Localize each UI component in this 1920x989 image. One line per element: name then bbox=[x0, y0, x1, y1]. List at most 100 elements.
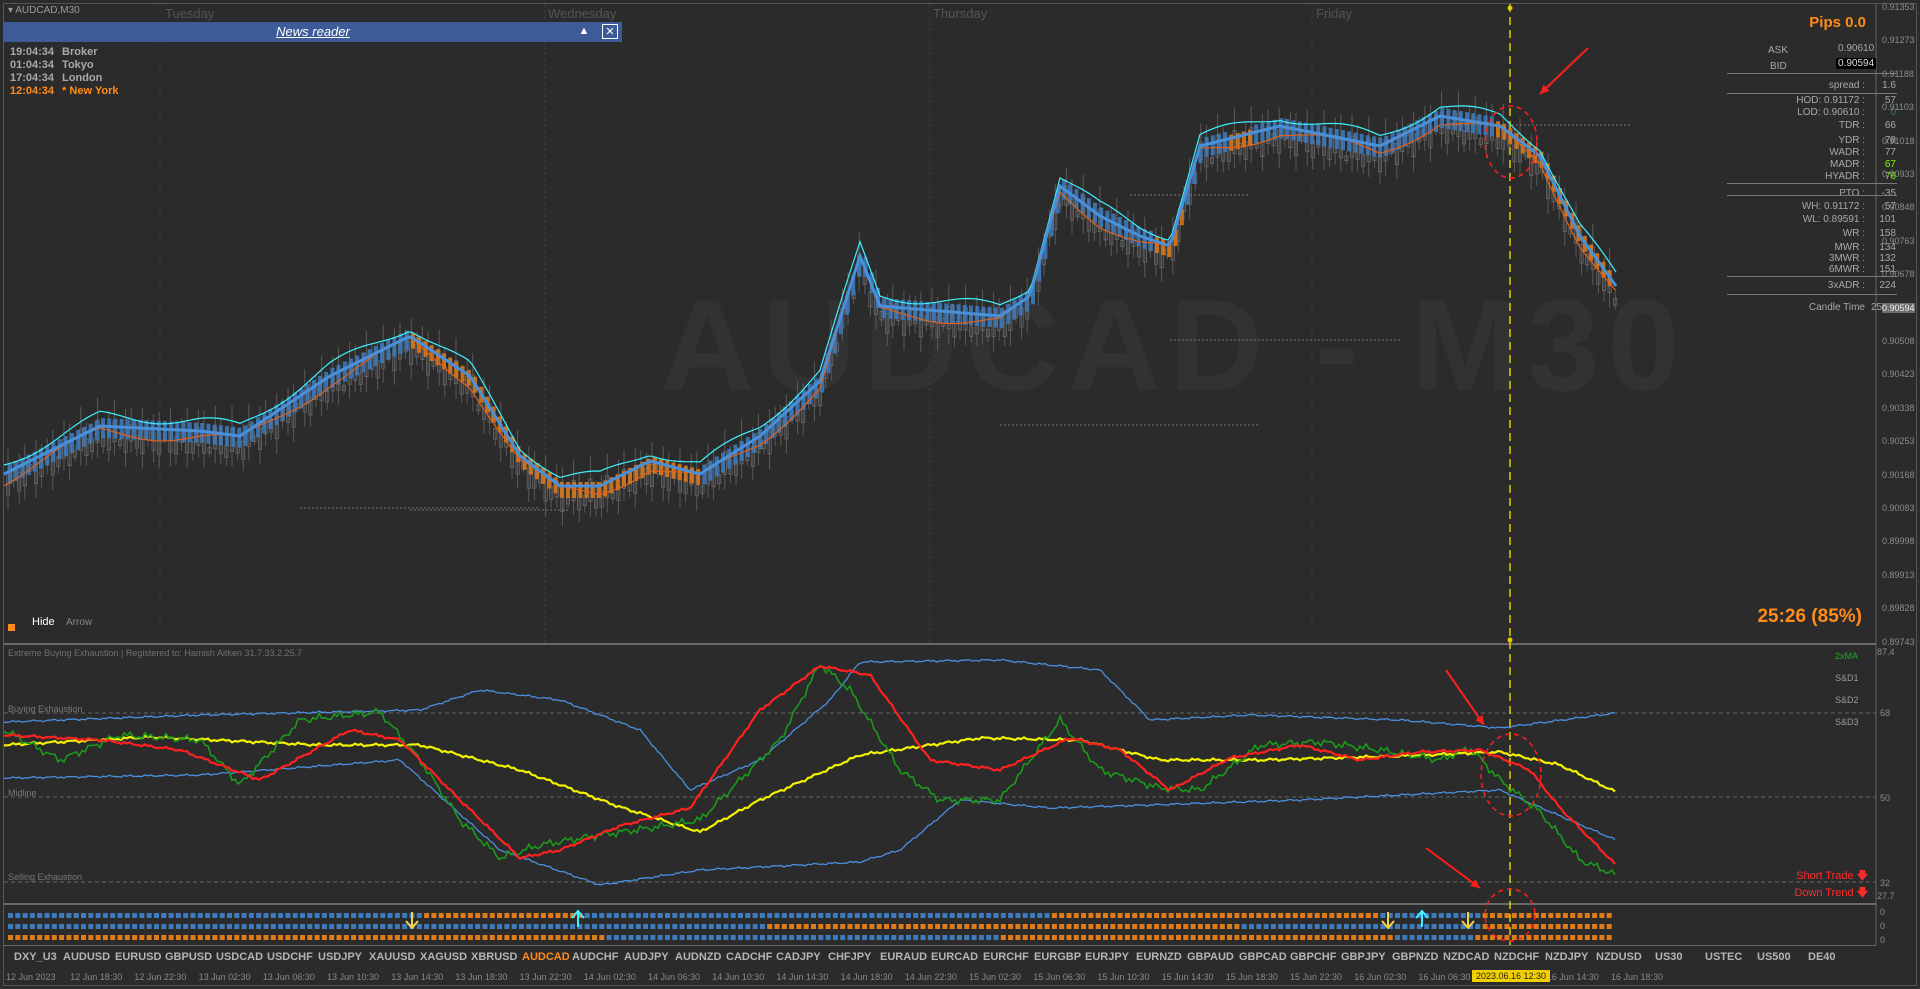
symbol-tab[interactable]: DXY_U3 bbox=[14, 951, 57, 963]
arrow-toggle[interactable]: Arrow bbox=[66, 617, 92, 628]
strip-cell-blue bbox=[730, 913, 736, 918]
day-label-wednesday: Wednesday bbox=[548, 6, 617, 21]
strip-cell-blue bbox=[1453, 924, 1459, 929]
bull-bar bbox=[349, 358, 353, 379]
strip-cell-orange bbox=[402, 935, 408, 940]
strip-cell-blue bbox=[686, 924, 692, 929]
strip-axis-0c: 0 bbox=[1880, 935, 1886, 945]
strip-cell-blue bbox=[942, 935, 948, 940]
symbol-tab[interactable]: EURJPY bbox=[1085, 951, 1129, 963]
strip-cell-orange bbox=[1570, 913, 1576, 918]
strip-cell-blue bbox=[197, 913, 203, 918]
triangle-up-icon[interactable]: ▲ bbox=[576, 24, 592, 39]
session-clock-row: 19:04:34 Broker bbox=[10, 46, 98, 58]
symbol-tab[interactable]: GBPUSD bbox=[165, 951, 212, 963]
strip-cell-blue bbox=[1278, 924, 1284, 929]
strip-cell-blue bbox=[650, 913, 656, 918]
symbol-tab[interactable]: AUDJPY bbox=[624, 951, 669, 963]
symbol-tab[interactable]: AUDCAD bbox=[522, 951, 570, 963]
symbol-tab[interactable]: USDCHF bbox=[267, 951, 313, 963]
strip-cell-orange bbox=[526, 935, 532, 940]
strip-cell-blue bbox=[29, 924, 35, 929]
symbol-tab[interactable]: AUDNZD bbox=[675, 951, 721, 963]
strip-cell-orange bbox=[1292, 913, 1298, 918]
symbol-tab[interactable]: NZDJPY bbox=[1545, 951, 1588, 963]
symbol-tab[interactable]: US500 bbox=[1757, 951, 1791, 963]
bid-value: 0.90594 bbox=[1836, 58, 1877, 69]
strip-cell-blue bbox=[146, 924, 152, 929]
strip-cell-orange bbox=[832, 924, 838, 929]
symbol-tab[interactable]: GBPAUD bbox=[1187, 951, 1234, 963]
strip-cell-blue bbox=[606, 913, 612, 918]
symbol-tab[interactable]: EURAUD bbox=[880, 951, 927, 963]
symbol-tab[interactable]: NZDCAD bbox=[1443, 951, 1489, 963]
strip-cell-blue bbox=[387, 913, 393, 918]
strip-cell-orange bbox=[1059, 913, 1065, 918]
strip-cell-blue bbox=[920, 913, 926, 918]
symbol-tab[interactable]: CADJPY bbox=[776, 951, 821, 963]
pane-divider bbox=[4, 903, 1876, 905]
strip-cell-blue bbox=[1460, 935, 1466, 940]
strip-cell-blue bbox=[300, 913, 305, 918]
strip-cell-orange bbox=[1541, 935, 1546, 940]
strip-cell-orange bbox=[1110, 924, 1116, 929]
symbol-tab[interactable]: AUDCHF bbox=[572, 951, 618, 963]
symbol-tab[interactable]: EURGBP bbox=[1034, 951, 1081, 963]
symbol-tab[interactable]: USDCAD bbox=[216, 951, 263, 963]
symbol-tab[interactable]: GBPCAD bbox=[1239, 951, 1287, 963]
strip-cell-orange bbox=[1504, 924, 1510, 929]
symbol-tab[interactable]: CHFJPY bbox=[828, 951, 871, 963]
strip-cell-blue bbox=[519, 924, 524, 929]
strip-cell-orange bbox=[1511, 924, 1517, 929]
bull-bar bbox=[88, 423, 93, 444]
symbol-tab[interactable]: DE40 bbox=[1808, 951, 1836, 963]
symbol-tab[interactable]: GBPJPY bbox=[1341, 951, 1386, 963]
strip-cell-blue bbox=[175, 924, 181, 929]
symbol-tab[interactable]: US30 bbox=[1655, 951, 1683, 963]
hide-toggle[interactable]: Hide bbox=[32, 616, 55, 628]
symbol-tab[interactable]: NZDUSD bbox=[1596, 951, 1642, 963]
news-reader-bar[interactable]: News reader ▲ ✕ bbox=[4, 22, 622, 42]
symbol-tab[interactable]: AUDUSD bbox=[63, 951, 110, 963]
symbol-tab[interactable]: XAGUSD bbox=[420, 951, 467, 963]
ind-axis-50: 50 bbox=[1880, 793, 1891, 803]
strip-cell-orange bbox=[811, 924, 816, 929]
chart-canvas[interactable] bbox=[0, 0, 1920, 989]
symbol-tab[interactable]: NZDCHF bbox=[1494, 951, 1539, 963]
symbol-tab[interactable]: EURUSD bbox=[115, 951, 161, 963]
strip-cell-orange bbox=[1249, 913, 1254, 918]
strip-cell-orange bbox=[1541, 913, 1546, 918]
strip-cell-orange bbox=[1190, 913, 1196, 918]
panel-separator bbox=[1727, 73, 1897, 74]
symbol-tab[interactable]: GBPNZD bbox=[1392, 951, 1438, 963]
symbol-tab[interactable]: GBPCHF bbox=[1290, 951, 1336, 963]
strip-cell-blue bbox=[723, 924, 729, 929]
close-icon[interactable]: ✕ bbox=[602, 24, 618, 39]
symbol-tab[interactable]: EURCHF bbox=[983, 951, 1029, 963]
strip-cell-blue bbox=[154, 924, 159, 929]
news-reader-title[interactable]: News reader bbox=[276, 24, 350, 39]
strip-cell-orange bbox=[562, 935, 568, 940]
strip-cell-orange bbox=[1037, 924, 1043, 929]
symbol-tab[interactable]: USTEC bbox=[1705, 951, 1742, 963]
symbol-tab[interactable]: EURNZD bbox=[1136, 951, 1182, 963]
clock-time: 17:04:34 bbox=[10, 72, 55, 84]
hide-toggle-box[interactable] bbox=[8, 624, 15, 631]
stat-label: WR : bbox=[1842, 228, 1865, 239]
strip-cell-orange bbox=[540, 913, 546, 918]
strip-cell-blue bbox=[343, 913, 349, 918]
stat-label: 6MWR : bbox=[1828, 264, 1865, 275]
symbol-tab[interactable]: XBRUSD bbox=[471, 951, 517, 963]
symbol-tab[interactable]: XAUUSD bbox=[369, 951, 415, 963]
strip-cell-blue bbox=[460, 924, 466, 929]
strip-cell-orange bbox=[66, 935, 72, 940]
price-tick: 0.90423 bbox=[1882, 369, 1915, 380]
strip-cell-orange bbox=[270, 935, 276, 940]
strip-cell-blue bbox=[745, 924, 751, 929]
symbol-tab[interactable]: CADCHF bbox=[726, 951, 772, 963]
strip-cell-orange bbox=[1073, 935, 1079, 940]
symbol-tab[interactable]: EURCAD bbox=[931, 951, 978, 963]
symbol-tab[interactable]: USDJPY bbox=[318, 951, 362, 963]
strip-cell-blue bbox=[256, 924, 262, 929]
strip-cell-blue bbox=[489, 924, 495, 929]
